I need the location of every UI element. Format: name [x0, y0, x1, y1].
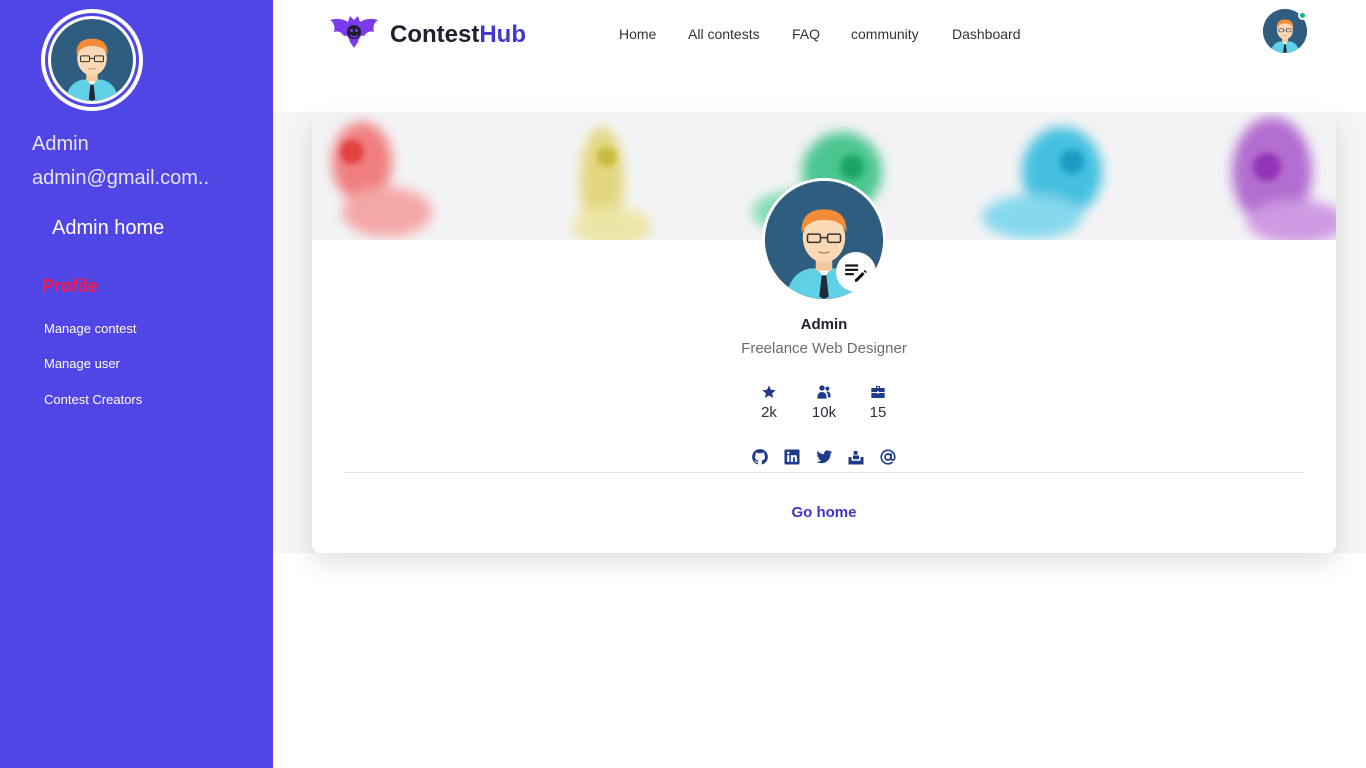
stack-overflow-link[interactable] [847, 448, 865, 466]
at-sign-icon [880, 449, 896, 465]
sidebar-item-profile[interactable]: Profile [42, 276, 98, 297]
briefcase-icon [871, 386, 885, 398]
profile-role: Freelance Web Designer [741, 340, 907, 357]
github-icon [752, 449, 768, 465]
profile-name: Admin [800, 316, 848, 333]
stat-followers: 10k [804, 384, 844, 421]
twitter-icon [816, 450, 833, 464]
nav-all-contests[interactable]: All contests [688, 26, 760, 42]
brand-part-hub: Hub [479, 21, 526, 48]
stat-followers-value: 10k [811, 404, 837, 421]
linkedin-icon [784, 449, 800, 465]
email-link[interactable] [879, 448, 897, 466]
profile-card: Admin Freelance Web Designer 2k 10k 15 G… [312, 112, 1336, 553]
sidebar-item-contest-creators[interactable]: Contest Creators [44, 392, 142, 407]
twitter-link[interactable] [815, 448, 833, 466]
nav-dashboard[interactable]: Dashboard [952, 26, 1021, 42]
bat-logo-icon[interactable] [328, 14, 380, 50]
stat-rating-value: 2k [761, 404, 777, 421]
stack-overflow-icon [848, 451, 864, 465]
online-status-dot [1298, 11, 1307, 20]
sidebar-item-manage-user[interactable]: Manage user [44, 356, 120, 371]
nav-faq[interactable]: FAQ [792, 26, 820, 42]
sidebar-user-name: Admin [32, 133, 89, 155]
star-icon [762, 385, 776, 398]
brand-name[interactable]: ContestHub [390, 21, 526, 49]
nav-home[interactable]: Home [619, 26, 656, 42]
sidebar: Admin admin@gmail.com.. Admin home Profi… [0, 0, 273, 768]
edit-profile-button[interactable] [836, 252, 876, 292]
sidebar-user-email: admin@gmail.com.. [32, 167, 210, 189]
stat-rating: 2k [749, 384, 789, 421]
brand-part-contest: Contest [390, 21, 480, 48]
linkedin-link[interactable] [783, 448, 801, 466]
nav-community[interactable]: community [851, 26, 919, 42]
stat-projects: 15 [858, 384, 898, 421]
edit-note-icon [845, 264, 867, 282]
go-home-link[interactable]: Go home [312, 504, 1336, 521]
card-divider [344, 472, 1304, 473]
github-link[interactable] [751, 448, 769, 466]
sidebar-item-manage-contest[interactable]: Manage contest [44, 321, 137, 336]
top-navbar: ContestHub Home All contests FAQ communi… [273, 0, 1366, 112]
stat-projects-value: 15 [869, 404, 887, 421]
users-icon [817, 385, 831, 399]
sidebar-item-admin-home[interactable]: Admin home [52, 217, 164, 240]
sidebar-avatar [41, 9, 143, 111]
